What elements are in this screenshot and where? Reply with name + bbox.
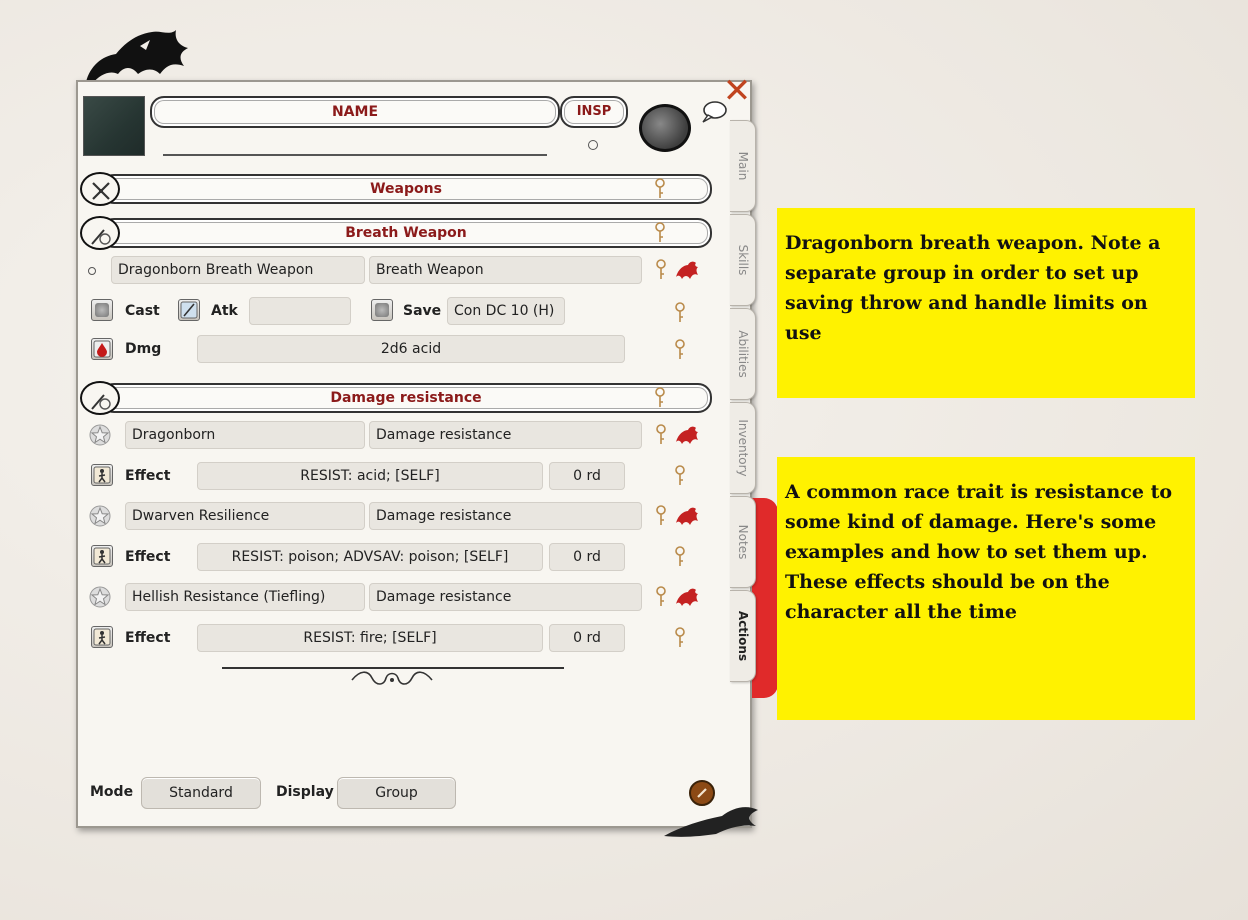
display-label: Display — [276, 784, 334, 800]
power-name-field[interactable]: Dragonborn — [125, 421, 365, 449]
star-icon[interactable] — [89, 586, 111, 608]
power-name-field[interactable]: Dragonborn Breath Weapon — [111, 256, 365, 284]
key-icon[interactable] — [654, 387, 666, 409]
dragon-red-icon[interactable] — [674, 259, 700, 281]
cast-label: Cast — [125, 303, 160, 319]
effect-label: Effect — [125, 549, 171, 565]
group-header-weapons[interactable]: Weapons — [80, 172, 712, 206]
key-icon[interactable] — [654, 222, 666, 244]
star-icon[interactable] — [89, 424, 111, 446]
dragon-red-icon[interactable] — [674, 505, 700, 527]
tab-skills[interactable]: Skills — [730, 214, 756, 306]
effect-button[interactable] — [91, 464, 113, 486]
effect-button[interactable] — [91, 626, 113, 648]
name-underline — [163, 154, 547, 156]
attack-field[interactable] — [249, 297, 351, 325]
duration-field[interactable]: 0 rd — [549, 462, 625, 490]
save-label: Save — [403, 303, 442, 319]
dragon-red-icon[interactable] — [674, 424, 700, 446]
attack-label: Atk — [211, 303, 238, 319]
tab-inventory[interactable]: Inventory — [730, 402, 756, 494]
group-label-weapons: Weapons — [370, 181, 442, 197]
damage-field[interactable]: 2d6 acid — [197, 335, 625, 363]
damage-label: Dmg — [125, 341, 162, 357]
wand-clock-icon — [80, 381, 120, 415]
tab-abilities[interactable]: Abilities — [730, 308, 756, 400]
effect-field[interactable]: RESIST: fire; [SELF] — [197, 624, 543, 652]
effect-button[interactable] — [91, 545, 113, 567]
effect-field[interactable]: RESIST: acid; [SELF] — [197, 462, 543, 490]
annotation-note-damage-resistance: A common race trait is resistance to som… — [777, 457, 1195, 720]
key-icon[interactable] — [674, 546, 686, 568]
key-icon[interactable] — [674, 339, 686, 361]
name-field[interactable]: NAME — [150, 96, 560, 128]
group-label-damage-resistance: Damage resistance — [330, 390, 482, 406]
mode-button[interactable]: Standard — [141, 777, 261, 809]
token-circle-icon[interactable] — [639, 104, 691, 152]
power-group-field[interactable]: Damage resistance — [369, 583, 642, 611]
star-icon[interactable] — [89, 505, 111, 527]
flourish-ornament-icon — [351, 671, 433, 685]
inspiration-checkbox[interactable] — [588, 140, 598, 150]
effect-field[interactable]: RESIST: poison; ADVSAV: poison; [SELF] — [197, 543, 543, 571]
group-header-breath-weapon[interactable]: Breath Weapon — [80, 216, 712, 250]
inspiration-field[interactable]: INSP — [560, 96, 628, 128]
power-group-field[interactable]: Breath Weapon — [369, 256, 642, 284]
dragon-ornament-icon — [86, 30, 188, 84]
key-icon[interactable] — [654, 178, 666, 200]
power-group-field[interactable]: Damage resistance — [369, 502, 642, 530]
key-icon[interactable] — [655, 586, 667, 608]
effect-label: Effect — [125, 468, 171, 484]
tab-actions[interactable]: Actions — [730, 590, 756, 682]
key-icon[interactable] — [674, 465, 686, 487]
power-group-field[interactable]: Damage resistance — [369, 421, 642, 449]
power-name-field[interactable]: Hellish Resistance (Tiefling) — [125, 583, 365, 611]
tab-notes[interactable]: Notes — [730, 496, 756, 588]
display-button[interactable]: Group — [337, 777, 456, 809]
key-icon[interactable] — [674, 302, 686, 324]
damage-button[interactable] — [91, 338, 113, 360]
inspiration-label: INSP — [576, 104, 612, 119]
mode-label: Mode — [90, 784, 134, 800]
power-name-field[interactable]: Dwarven Resilience — [125, 502, 365, 530]
wand-clock-icon — [80, 216, 120, 250]
key-icon[interactable] — [655, 505, 667, 527]
dragon-tail-ornament-icon — [664, 807, 758, 837]
dragon-red-icon[interactable] — [674, 586, 700, 608]
save-field[interactable]: Con DC 10 (H) — [447, 297, 565, 325]
action-used-checkbox[interactable] — [88, 267, 96, 275]
speech-bubble-icon[interactable] — [700, 100, 728, 124]
group-label-breath-weapon: Breath Weapon — [345, 225, 467, 241]
cast-button[interactable] — [91, 299, 113, 321]
annotation-note-breath-weapon: Dragonborn breath weapon. Note a separat… — [777, 208, 1195, 398]
key-icon[interactable] — [674, 627, 686, 649]
key-icon[interactable] — [655, 259, 667, 281]
duration-field[interactable]: 0 rd — [549, 624, 625, 652]
portrait-image[interactable] — [83, 96, 145, 156]
save-button[interactable] — [371, 299, 393, 321]
duration-field[interactable]: 0 rd — [549, 543, 625, 571]
name-label: NAME — [331, 104, 379, 120]
group-header-damage-resistance[interactable]: Damage resistance — [80, 381, 712, 415]
crossed-swords-icon — [80, 172, 120, 206]
attack-button[interactable] — [178, 299, 200, 321]
tab-main[interactable]: Main — [730, 120, 756, 212]
effect-label: Effect — [125, 630, 171, 646]
key-icon[interactable] — [655, 424, 667, 446]
